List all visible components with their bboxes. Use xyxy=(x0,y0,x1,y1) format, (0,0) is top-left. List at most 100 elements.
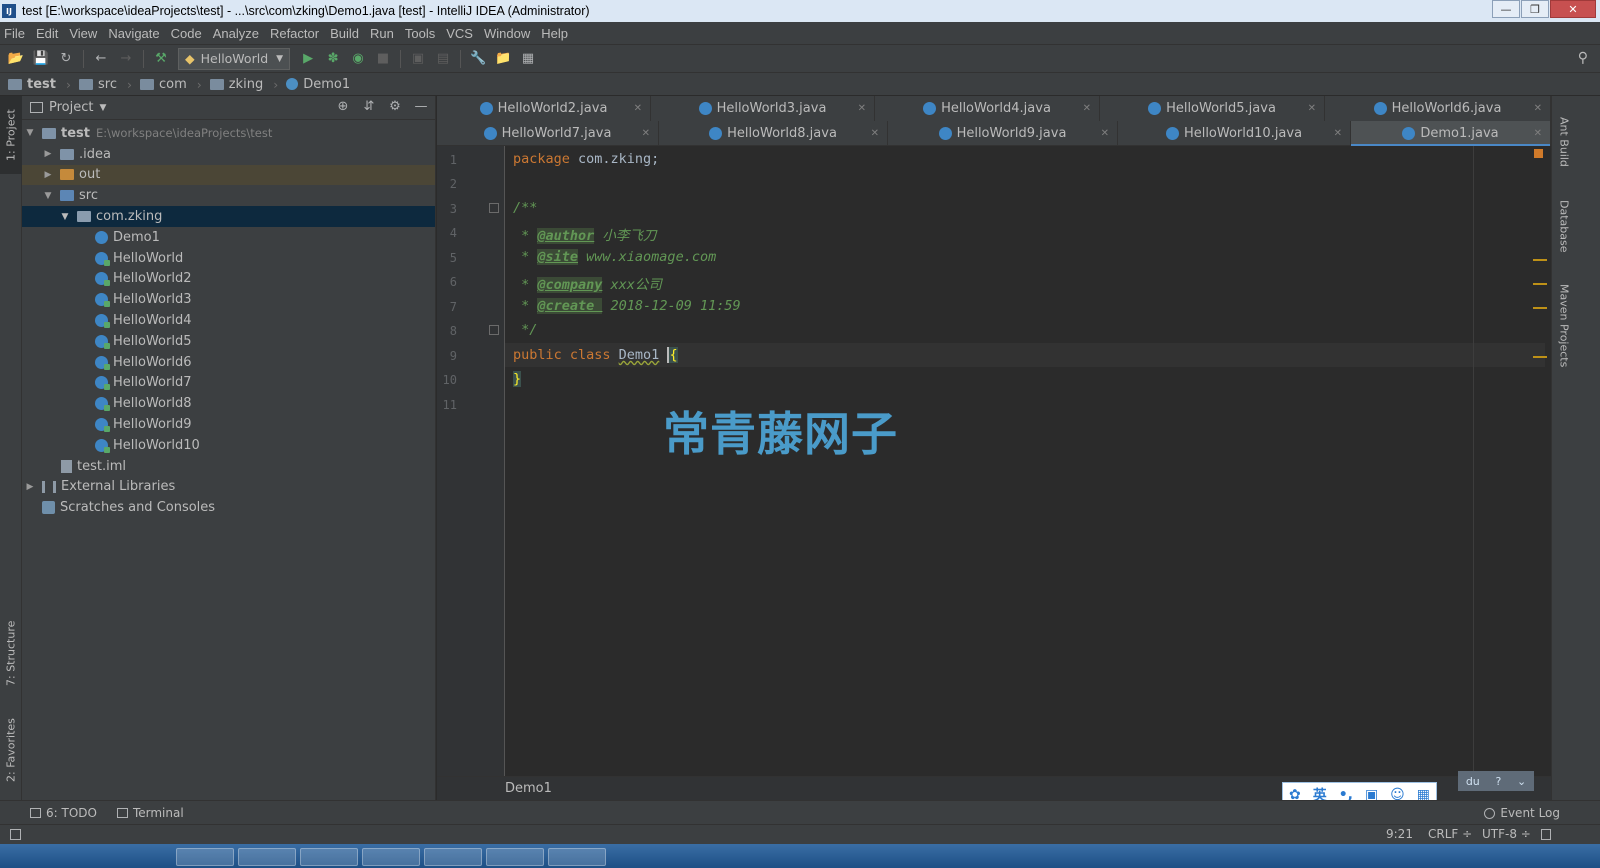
tree-node-class[interactable]: HelloWorld2 xyxy=(22,269,435,290)
taskbar-button[interactable] xyxy=(486,848,544,866)
menu-window[interactable]: Window xyxy=(484,26,530,41)
menu-build[interactable]: Build xyxy=(330,26,359,41)
build-hammer-icon[interactable]: ⚒ xyxy=(153,51,169,67)
close-tab-icon[interactable]: ✕ xyxy=(1534,103,1542,114)
tab-ant-build[interactable]: Ant Build xyxy=(1552,104,1576,180)
taskbar-button[interactable] xyxy=(424,848,482,866)
coverage-icon[interactable]: ◉ xyxy=(350,51,366,67)
menu-navigate[interactable]: Navigate xyxy=(108,26,159,41)
warning-stripe-mark[interactable] xyxy=(1533,283,1547,285)
taskbar-button[interactable] xyxy=(238,848,296,866)
settings-wrench-icon[interactable]: 🔧 xyxy=(470,51,486,67)
maximize-button[interactable]: ❐ xyxy=(1521,0,1549,18)
hide-minus-icon[interactable]: — xyxy=(413,99,429,114)
save-all-icon[interactable]: 💾 xyxy=(33,51,49,67)
inspection-status-icon[interactable] xyxy=(1534,149,1543,158)
tree-node-scratches[interactable]: Scratches and Consoles xyxy=(22,497,435,518)
tab-maven-projects[interactable]: Maven Projects xyxy=(1552,276,1576,376)
breadcrumb-item-test[interactable]: test xyxy=(8,77,56,92)
tab-helloworld5[interactable]: HelloWorld5.java ✕ xyxy=(1100,96,1325,121)
tab-favorites[interactable]: 2: Favorites xyxy=(0,708,22,792)
debug-icon[interactable]: ✽ xyxy=(325,51,341,67)
tree-node-class[interactable]: HelloWorld xyxy=(22,248,435,269)
chevron-down-icon[interactable]: ▼ xyxy=(99,103,106,113)
tab-structure[interactable]: 7: Structure xyxy=(0,612,22,694)
minimize-button[interactable]: — xyxy=(1492,0,1520,18)
tree-node-package[interactable]: ▼ com.zking xyxy=(22,206,435,227)
menu-view[interactable]: View xyxy=(69,26,97,41)
gear-icon[interactable]: ⚙ xyxy=(387,99,403,114)
caret-position[interactable]: 9:21 xyxy=(1386,827,1413,841)
close-tab-icon[interactable]: ✕ xyxy=(1101,128,1109,139)
tab-helloworld6[interactable]: HelloWorld6.java ✕ xyxy=(1325,96,1551,121)
tree-node-external-libraries[interactable]: ▶ External Libraries xyxy=(22,477,435,498)
taskbar-button[interactable] xyxy=(548,848,606,866)
tab-helloworld7[interactable]: HelloWorld7.java ✕ xyxy=(437,121,659,146)
tab-todo[interactable]: 6: TODO xyxy=(30,806,97,820)
taskbar-button[interactable] xyxy=(176,848,234,866)
close-tab-icon[interactable]: ✕ xyxy=(1534,128,1542,139)
tab-demo1[interactable]: Demo1.java ✕ xyxy=(1351,121,1551,146)
expand-arrow-icon[interactable]: ▶ xyxy=(42,170,54,180)
collapse-all-icon[interactable]: ⇵ xyxy=(361,99,377,114)
menu-analyze[interactable]: Analyze xyxy=(213,26,259,41)
menu-run[interactable]: Run xyxy=(370,26,394,41)
expand-arrow-icon[interactable]: ▼ xyxy=(24,128,36,138)
tree-node-class[interactable]: HelloWorld10 xyxy=(22,435,435,456)
open-folder-icon[interactable]: 📂 xyxy=(8,51,24,67)
tree-node-class[interactable]: HelloWorld5 xyxy=(22,331,435,352)
tab-helloworld4[interactable]: HelloWorld4.java ✕ xyxy=(875,96,1100,121)
breadcrumb-item-zking[interactable]: zking xyxy=(209,77,263,92)
menu-tools[interactable]: Tools xyxy=(405,26,435,41)
tree-node-out[interactable]: ▶ out xyxy=(22,164,435,186)
tree-node-class[interactable]: HelloWorld4 xyxy=(22,310,435,331)
menu-edit[interactable]: Edit xyxy=(36,26,58,41)
tree-node-class[interactable]: HelloWorld8 xyxy=(22,393,435,414)
footer-breadcrumb-item[interactable]: Demo1 xyxy=(505,781,552,796)
breadcrumb-item-com[interactable]: com xyxy=(139,77,187,92)
taskbar-button[interactable] xyxy=(300,848,358,866)
tree-node-class[interactable]: Demo1 xyxy=(22,227,435,248)
tree-node-src[interactable]: ▼ src xyxy=(22,185,435,206)
vcs-update-icon[interactable]: ▣ xyxy=(410,51,426,67)
sdk-icon[interactable]: ▦ xyxy=(520,51,536,67)
tab-terminal[interactable]: Terminal xyxy=(116,806,184,820)
menu-file[interactable]: File xyxy=(4,26,25,41)
code-editor[interactable]: package com.zking; /** * @author 小李飞刀 * … xyxy=(505,146,1545,793)
tree-node-class[interactable]: HelloWorld6 xyxy=(22,352,435,373)
chevron-down-icon[interactable]: ⌄ xyxy=(1517,775,1526,788)
tab-database[interactable]: Database xyxy=(1552,190,1576,262)
tree-node-class[interactable]: HelloWorld3 xyxy=(22,289,435,310)
back-arrow-icon[interactable]: ← xyxy=(93,51,109,67)
tree-node-class[interactable]: HelloWorld9 xyxy=(22,414,435,435)
breadcrumb-item-demo1[interactable]: Demo1 xyxy=(286,77,350,92)
ime-du-icon[interactable]: du xyxy=(1466,775,1480,788)
expand-arrow-icon[interactable]: ▶ xyxy=(42,149,54,159)
line-separator[interactable]: CRLF ÷ xyxy=(1428,827,1472,841)
tab-helloworld8[interactable]: HelloWorld8.java ✕ xyxy=(659,121,888,146)
vcs-commit-icon[interactable]: ▤ xyxy=(435,51,451,67)
file-encoding[interactable]: UTF-8 ÷ xyxy=(1482,827,1531,841)
close-tab-icon[interactable]: ✕ xyxy=(634,103,642,114)
fold-toggle-icon[interactable] xyxy=(489,203,499,213)
tab-event-log[interactable]: Event Log xyxy=(1484,806,1560,820)
stop-icon[interactable]: ■ xyxy=(375,51,391,67)
menu-refactor[interactable]: Refactor xyxy=(270,26,319,41)
close-tab-icon[interactable]: ✕ xyxy=(858,103,866,114)
tree-node-class[interactable]: HelloWorld7 xyxy=(22,373,435,394)
close-tab-icon[interactable]: ✕ xyxy=(642,128,650,139)
tree-node-idea[interactable]: ▶ .idea xyxy=(22,144,435,165)
warning-stripe-mark[interactable] xyxy=(1533,356,1547,358)
run-configuration-select[interactable]: ◆ HelloWorld ▼ xyxy=(178,47,291,70)
tool-windows-icon[interactable] xyxy=(10,829,21,840)
expand-arrow-icon[interactable]: ▼ xyxy=(59,212,71,222)
warning-stripe-mark[interactable] xyxy=(1533,259,1547,261)
close-button[interactable]: ✕ xyxy=(1550,0,1596,18)
search-icon[interactable]: ⚲ xyxy=(1578,50,1588,66)
run-icon[interactable]: ▶ xyxy=(300,51,316,67)
tab-helloworld2[interactable]: HelloWorld2.java ✕ xyxy=(437,96,651,121)
tab-helloworld3[interactable]: HelloWorld3.java ✕ xyxy=(651,96,875,121)
tab-helloworld10[interactable]: HelloWorld10.java ✕ xyxy=(1118,121,1351,146)
menu-help[interactable]: Help xyxy=(541,26,568,41)
expand-arrow-icon[interactable]: ▶ xyxy=(24,482,36,492)
